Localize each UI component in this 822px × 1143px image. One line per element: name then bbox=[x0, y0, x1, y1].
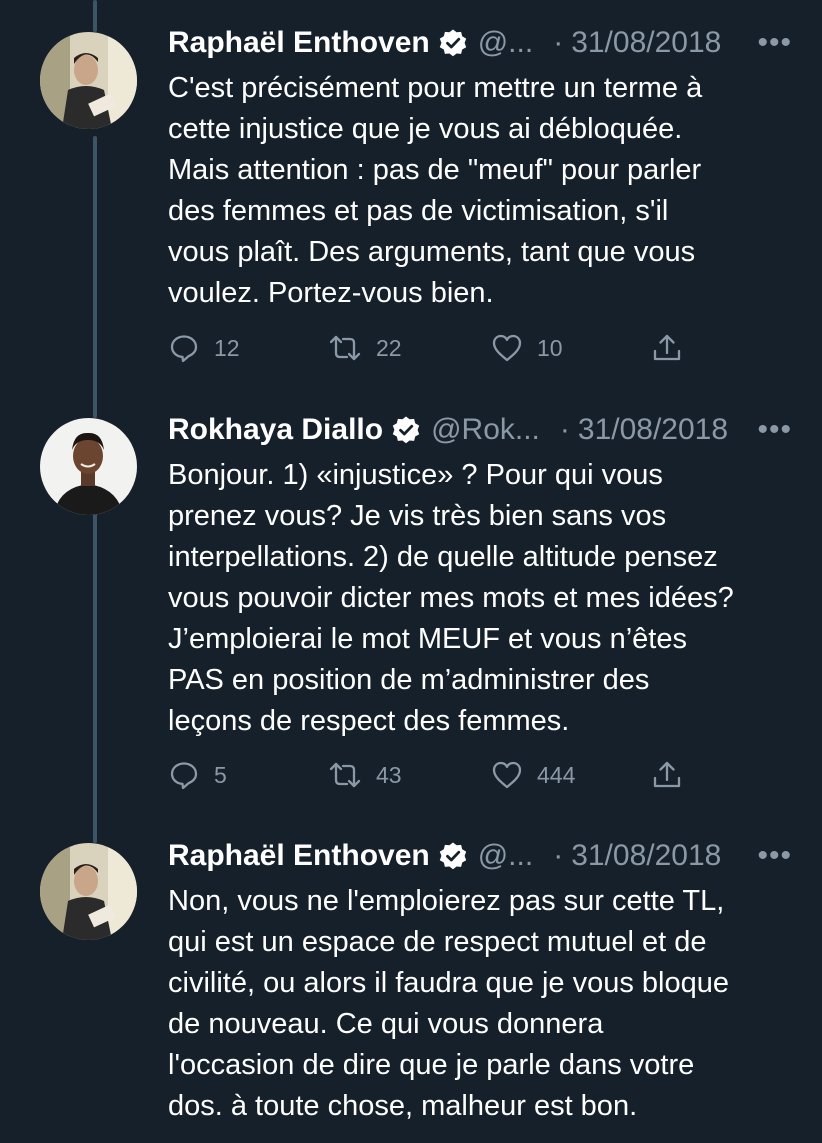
verified-badge-icon bbox=[438, 28, 468, 58]
tweet-text-line: l'occasion de dire que je parle dans vot… bbox=[168, 1049, 695, 1081]
tweet-text-line: des femmes et pas de victimisation, s'il bbox=[168, 195, 669, 227]
tweet-text-line: dos. à toute chose, malheur est bon. bbox=[168, 1090, 638, 1122]
header-separator: · bbox=[559, 413, 570, 446]
tweet-text-line: J’emploierai le mot MEUF et vous n’êtes bbox=[168, 623, 687, 655]
reply-button[interactable]: 12 bbox=[168, 332, 328, 364]
tweet-actions: 12 22 10 bbox=[168, 328, 698, 368]
like-count: 444 bbox=[537, 761, 576, 788]
share-button[interactable] bbox=[651, 759, 683, 791]
tweet-text-line: qui est un espace de respect mutuel et d… bbox=[168, 926, 707, 958]
tweet-text-line: cette injustice que je vous ai débloquée… bbox=[168, 113, 683, 145]
tweet-text-line: Bonjour. 1) «injustice» ? Pour qui vous bbox=[168, 459, 663, 491]
author-handle[interactable]: @Rok... bbox=[431, 413, 540, 447]
tweet-text-line: PAS en position de m’administrer des bbox=[168, 664, 650, 696]
tweet-text-line: Mais attention : pas de "meuf" pour parl… bbox=[168, 154, 702, 186]
heart-icon bbox=[491, 332, 523, 364]
tweet-header: Rokhaya Diallo @Rok... · 31/08/2018 ••• bbox=[168, 410, 792, 450]
reply-count: 5 bbox=[214, 761, 227, 788]
avatar[interactable] bbox=[40, 418, 137, 515]
more-icon[interactable]: ••• bbox=[757, 26, 792, 60]
verified-badge-icon bbox=[438, 841, 468, 871]
tweet-text: C'est précisément pour mettre un terme à… bbox=[168, 68, 808, 314]
tweet-text-line: vous plaît. Des arguments, tant que vous bbox=[168, 236, 696, 268]
share-button[interactable] bbox=[651, 332, 683, 364]
tweet-text-line: de nouveau. Ce qui vous donnera bbox=[168, 1008, 604, 1040]
retweet-button[interactable]: 43 bbox=[328, 759, 491, 791]
reply-icon bbox=[168, 759, 200, 791]
tweet-text-line: Non, vous ne l'emploierez pas sur cette … bbox=[168, 885, 725, 917]
header-separator: · bbox=[553, 26, 564, 59]
like-button[interactable]: 10 bbox=[491, 332, 651, 364]
reply-icon bbox=[168, 332, 200, 364]
retweet-icon bbox=[328, 759, 362, 791]
thread-line-2 bbox=[93, 505, 97, 843]
heart-icon bbox=[491, 759, 523, 791]
like-button[interactable]: 444 bbox=[491, 759, 651, 791]
like-count: 10 bbox=[537, 334, 563, 361]
retweet-icon bbox=[328, 332, 362, 364]
thread-line-top bbox=[93, 0, 97, 32]
tweet-text-line: civilité, ou alors il faudra que je vous… bbox=[168, 967, 729, 999]
author-name[interactable]: Rokhaya Diallo bbox=[168, 413, 383, 447]
tweet-header: Raphaël Enthoven @... · 31/08/2018 ••• bbox=[168, 23, 792, 63]
tweet-text-line: interpellations. 2) de quelle altitude p… bbox=[168, 541, 718, 573]
retweet-count: 22 bbox=[376, 334, 402, 361]
tweet-text: Bonjour. 1) «injustice» ? Pour qui vous … bbox=[168, 455, 808, 742]
tweet-text-line: vous pouvoir dicter mes mots et mes idée… bbox=[168, 582, 734, 614]
tweet-text-line: leçons de respect des femmes. bbox=[168, 705, 570, 737]
tweet-header: Raphaël Enthoven @... · 31/08/2018 ••• bbox=[168, 836, 792, 876]
reply-button[interactable]: 5 bbox=[168, 759, 328, 791]
tweet-text-line: voulez. Portez-vous bien. bbox=[168, 277, 494, 309]
more-icon[interactable]: ••• bbox=[757, 413, 792, 447]
tweet-text-line: prenez vous? Je vis très bien sans vos bbox=[168, 500, 667, 532]
avatar[interactable] bbox=[40, 843, 137, 940]
author-name[interactable]: Raphaël Enthoven bbox=[168, 839, 430, 873]
avatar[interactable] bbox=[40, 32, 137, 129]
reply-count: 12 bbox=[214, 334, 240, 361]
verified-badge-icon bbox=[391, 415, 421, 445]
tweet-date[interactable]: 31/08/2018 bbox=[571, 839, 721, 873]
tweet-text-line: C'est précisément pour mettre un terme à bbox=[168, 72, 703, 104]
tweet-date[interactable]: 31/08/2018 bbox=[571, 26, 721, 60]
retweet-button[interactable]: 22 bbox=[328, 332, 491, 364]
share-icon bbox=[651, 332, 683, 364]
tweet-text: Non, vous ne l'emploierez pas sur cette … bbox=[168, 881, 808, 1127]
tweet-date[interactable]: 31/08/2018 bbox=[578, 413, 728, 447]
author-handle[interactable]: @... bbox=[478, 839, 533, 873]
share-icon bbox=[651, 759, 683, 791]
thread-line-1 bbox=[93, 136, 97, 418]
author-handle[interactable]: @... bbox=[478, 26, 533, 60]
tweet-actions: 5 43 444 bbox=[168, 755, 698, 795]
retweet-count: 43 bbox=[376, 761, 402, 788]
header-separator: · bbox=[553, 839, 564, 872]
author-name[interactable]: Raphaël Enthoven bbox=[168, 26, 430, 60]
more-icon[interactable]: ••• bbox=[757, 839, 792, 873]
